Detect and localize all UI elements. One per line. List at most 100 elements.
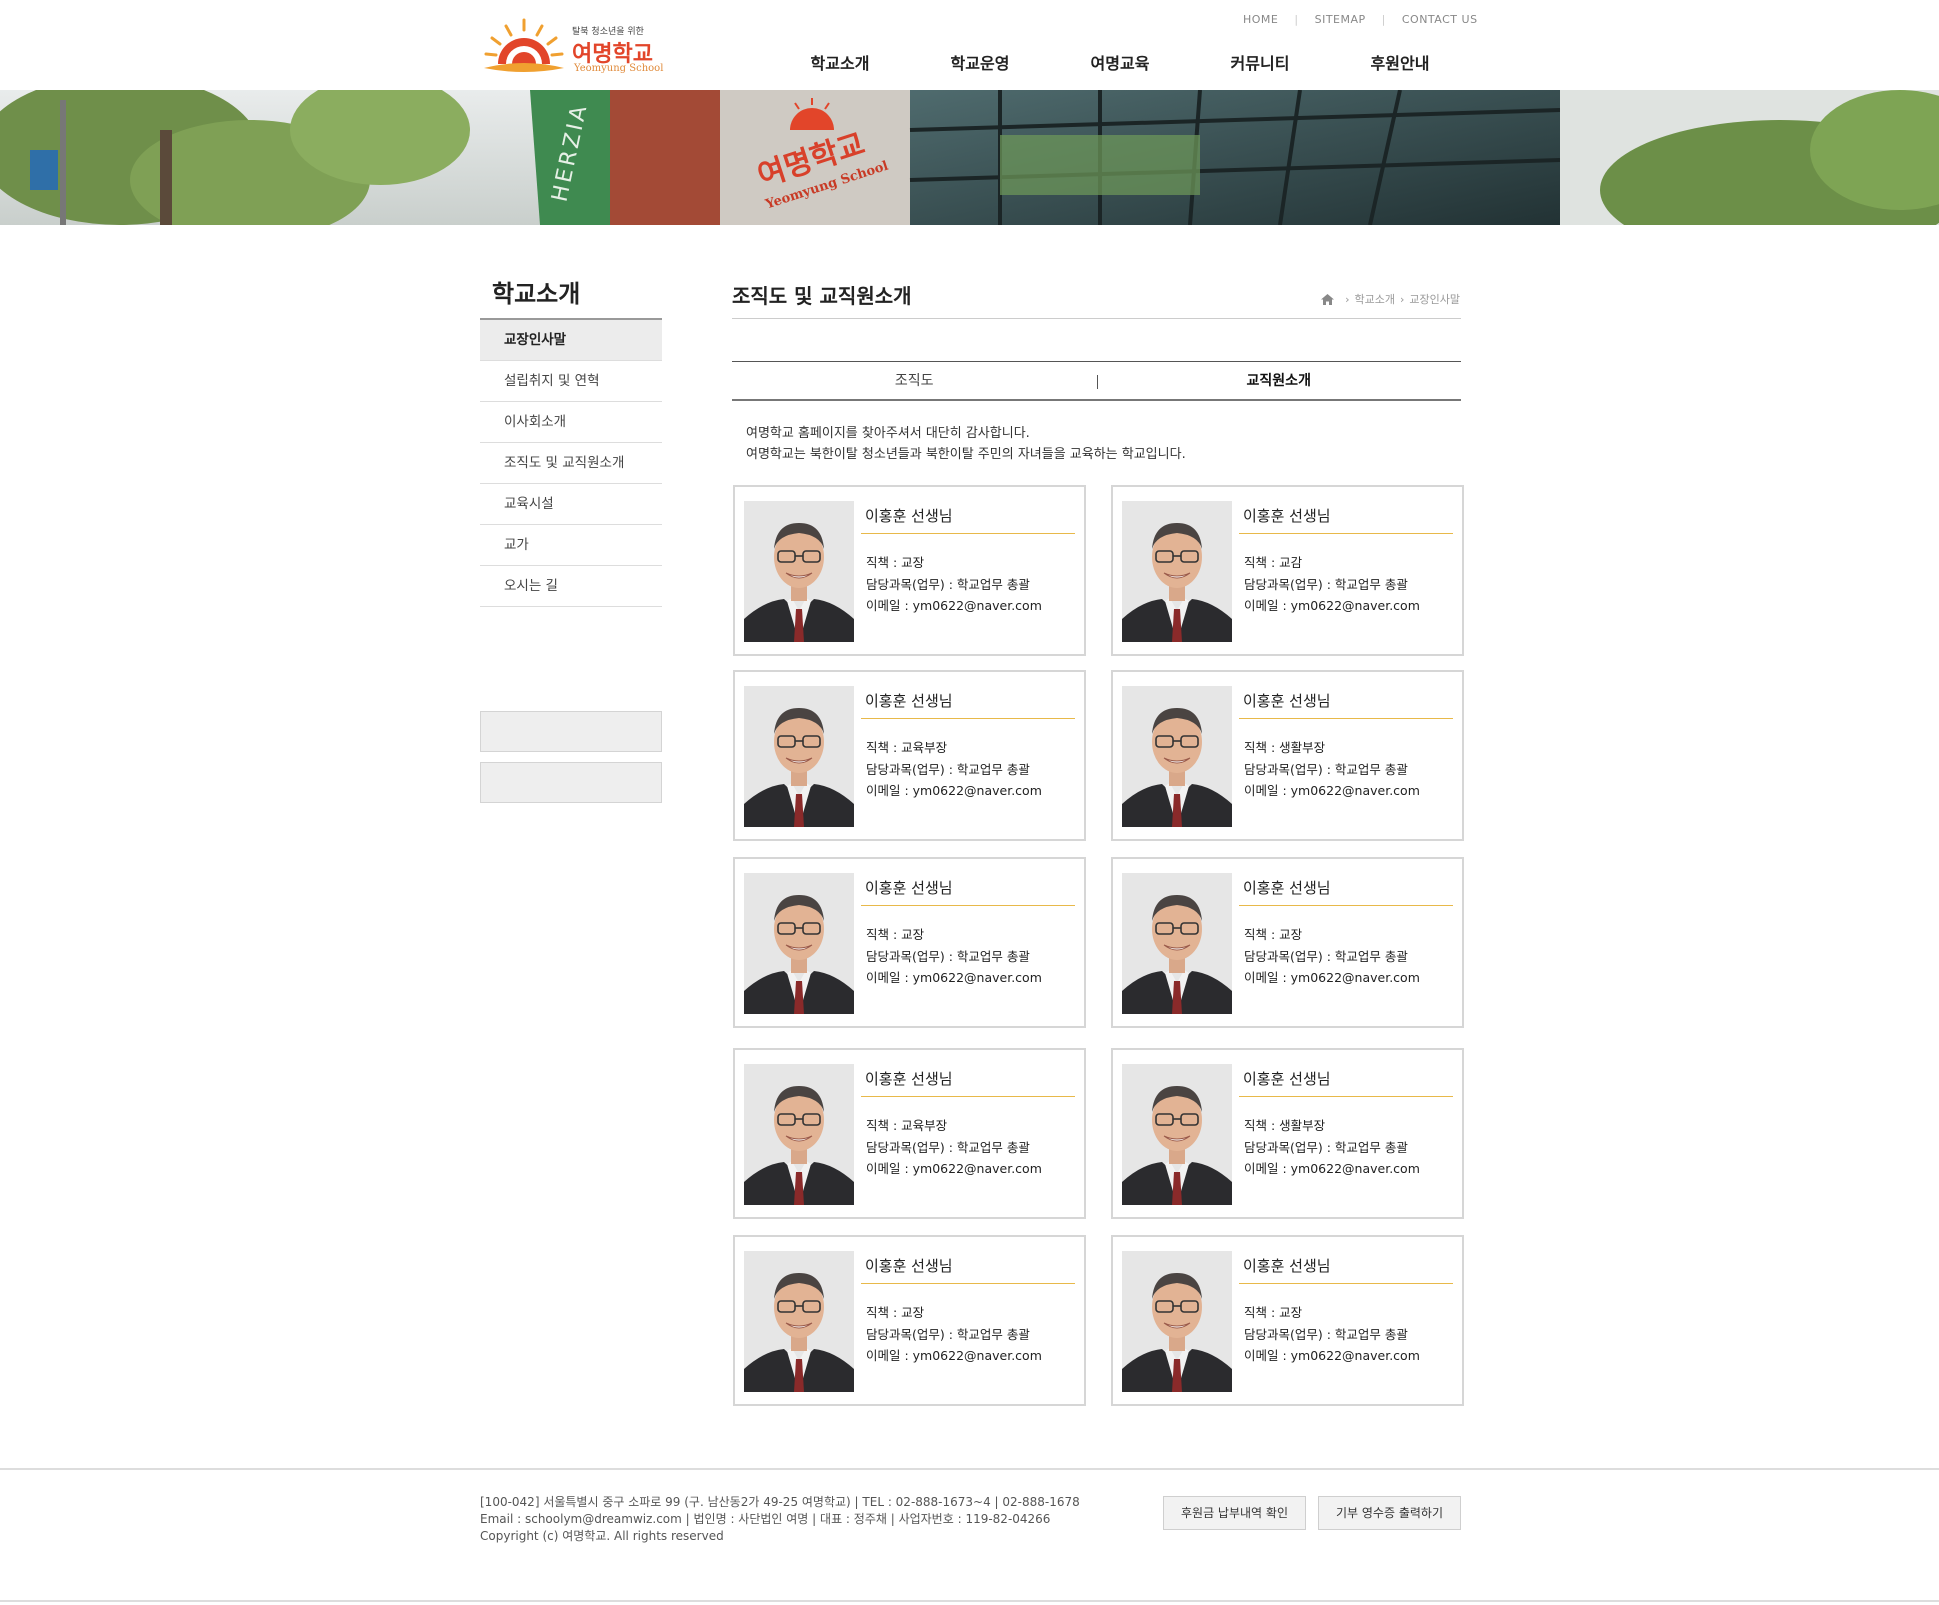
util-separator: | <box>1294 13 1299 26</box>
title-divider <box>732 318 1461 319</box>
staff-name-underline <box>1239 718 1453 719</box>
nav-item-support[interactable]: 후원안내 <box>1340 50 1460 74</box>
staff-photo <box>1122 1251 1232 1392</box>
sidebar-item-board[interactable]: 이사회소개 <box>480 402 662 443</box>
staff-info: 직책 : 교감담당과목(업무) : 학교업무 총괄이메일 : ym0622@na… <box>1244 552 1420 617</box>
staff-info: 직책 : 생활부장 담당과목(업무) : 학교업무 총괄 이메일 : ym0622@… <box>1244 737 1420 802</box>
footer-address: [100-042] 서울특별시 중구 소파로 99 (구. 남산동2가 49-2… <box>480 1495 1080 1509</box>
staff-name-underline <box>1239 905 1453 906</box>
breadcrumb-item[interactable]: 학교소개 <box>1355 291 1395 307</box>
staff-name-underline <box>861 1283 1075 1284</box>
sidebar-banner-box[interactable] <box>480 762 662 803</box>
staff-subject: 담당과목(업무) : 학교업무 총괄 <box>1244 948 1408 964</box>
staff-email: 이메일 : ym0622@naver.com <box>866 1348 1042 1363</box>
staff-name-underline <box>861 905 1075 906</box>
staff-card: 이홍훈 선생님 직책 : 생활부장 담당과목(업무) : 학교업무 총괄 이메일 : … <box>1111 670 1464 841</box>
sunrise-logo-icon <box>484 18 564 72</box>
staff-role: 직책 : 교장 <box>866 927 925 942</box>
util-contact-link[interactable]: CONTACT US <box>1402 13 1478 26</box>
chevron-right-icon: › <box>1345 292 1350 306</box>
staff-card: 이홍훈 선생님 직책 : 생활부장 담당과목(업무) : 학교업무 총괄 이메일 : … <box>1111 1048 1464 1219</box>
staff-name: 이홍훈 선생님 <box>865 692 953 710</box>
utility-nav: HOME | SITEMAP | CONTACT US <box>1243 13 1478 26</box>
staff-card: 이홍훈 선생님 직책 : 교장 담당과목(업무) : 학교업무 총괄 이메일 : ym… <box>1111 1235 1464 1406</box>
footer-info: [100-042] 서울특별시 중구 소파로 99 (구. 남산동2가 49-2… <box>480 1494 1080 1545</box>
intro-line: 여명학교 홈페이지를 찾아주셔서 대단히 감사합니다. <box>746 426 1030 441</box>
staff-subject: 담당과목(업무) : 학교업무 총괄 <box>866 1326 1030 1342</box>
staff-name: 이홍훈 선생님 <box>1243 507 1331 525</box>
staff-photo <box>744 501 854 642</box>
staff-info: 직책 : 생활부장담당과목(업무) : 학교업무 총괄이메일 : ym0622@… <box>1244 1115 1420 1180</box>
staff-email: 이메일 : ym0622@naver.com <box>1244 970 1420 985</box>
staff-email: 이메일 : ym0622@naver.com <box>1244 1161 1420 1176</box>
staff-email: 이메일 : ym0622@naver.com <box>1244 1348 1420 1363</box>
staff-subject: 담당과목(업무) : 학교업무 총괄 <box>866 1139 1030 1155</box>
nav-item-school-operation[interactable]: 학교운영 <box>920 50 1040 74</box>
breadcrumb-item[interactable]: 교장인사말 <box>1409 291 1460 307</box>
util-sitemap-link[interactable]: SITEMAP <box>1315 13 1366 26</box>
staff-role: 직책 : 교장 <box>1244 927 1303 942</box>
nav-item-school-intro[interactable]: 학교소개 <box>780 50 900 74</box>
staff-name: 이홍훈 선생님 <box>865 1070 953 1088</box>
staff-photo <box>744 873 854 1014</box>
staff-subject: 담당과목(업무) : 학교업무 총괄 <box>1244 576 1408 592</box>
staff-photo <box>744 686 854 827</box>
staff-email: 이메일 : ym0622@naver.com <box>1244 783 1420 798</box>
staff-info: 직책 : 교장 담당과목(업무) : 학교업무 총괄 이메일 : ym0622@na… <box>866 552 1042 617</box>
staff-info: 직책 : 교육부장 담당과목(업무) : 학교업무 총괄 이메일 : ym0622@… <box>866 1115 1042 1180</box>
sidebar-item-school-song[interactable]: 교가 <box>480 525 662 566</box>
staff-name: 이홍훈 선생님 <box>1243 879 1331 897</box>
util-home-link[interactable]: HOME <box>1243 13 1278 26</box>
util-separator: | <box>1381 13 1386 26</box>
main-nav: 학교소개 학교운영 여명교육 커뮤니티 후원안내 <box>780 50 1460 74</box>
sidebar-item-facilities[interactable]: 교육시설 <box>480 484 662 525</box>
staff-card: 이홍훈 선생님 직책 : 교장 담당과목(업무) : 학교업무 총괄 이메일 : ym… <box>733 1235 1086 1406</box>
chevron-right-icon: › <box>1399 292 1405 306</box>
staff-photo <box>1122 501 1232 642</box>
staff-photo <box>1122 1064 1232 1205</box>
nav-item-community[interactable]: 커뮤니티 <box>1200 50 1320 74</box>
sidebar-menu: 교장인사말 설립취지 및 연혁 이사회소개 조직도 및 교직원소개 교육시설 교… <box>480 318 662 607</box>
staff-card: 이홍훈 선생님직책 : 교장담당과목(업무) : 학교업무 총괄이메일 : ym… <box>1111 857 1464 1028</box>
staff-card: 이홍훈 선생님 직책 : 교장 담당과목(업무) : 학교업무 총괄 이메일 : ym… <box>733 857 1086 1028</box>
staff-info: 직책 : 교장담당과목(업무) : 학교업무 총괄이메일 : ym0622@na… <box>1244 1302 1420 1367</box>
staff-subject: 담당과목(업무) : 학교업무 총괄 <box>866 948 1030 964</box>
staff-email: 이메일 : ym0622@naver.com <box>1244 598 1420 613</box>
sidebar-item-principal-greeting[interactable]: 교장인사말 <box>480 320 662 361</box>
intro-text: 여명학교 홈페이지를 찾아주셔서 대단히 감사합니다. 여명학교는 북한이탈 청… <box>746 423 1186 465</box>
staff-info: 직책 : 교육부장 담당과목(업무) : 학교업무 총괄 이메일 : ym0622@… <box>866 737 1042 802</box>
footer-contact: Email : schoolym@dreamwiz.com | 법인명 : 사단… <box>480 1512 1051 1526</box>
staff-role: 직책 : 생활부장 <box>1244 1118 1326 1133</box>
header-banner-photo: 여명학교 Yeomyung School HERZIA <box>0 90 1939 225</box>
staff-email: 이메일 : ym0622@naver.com <box>866 970 1042 985</box>
staff-role: 직책 : 교감 <box>1244 555 1303 570</box>
staff-name: 이홍훈 선생님 <box>865 507 953 525</box>
logo-english-name: Yeomyung School <box>574 63 664 74</box>
staff-subject: 담당과목(업무) : 학교업무 총괄 <box>866 761 1030 777</box>
staff-name-underline <box>1239 533 1453 534</box>
sidebar-item-directions[interactable]: 오시는 길 <box>480 566 662 607</box>
staff-subject: 담당과목(업무) : 학교업무 총괄 <box>866 576 1030 592</box>
sidebar-item-history[interactable]: 설립취지 및 연혁 <box>480 361 662 402</box>
staff-photo <box>744 1251 854 1392</box>
staff-role: 직책 : 교장 <box>866 555 925 570</box>
nav-item-education[interactable]: 여명교육 <box>1060 50 1180 74</box>
staff-role: 직책 : 교육부장 <box>866 740 948 755</box>
tab-staff[interactable]: 교직원소개 <box>1096 362 1462 399</box>
school-logo[interactable]: 탈북 청소년을 위한 여명학교 Yeomyung School <box>482 18 682 78</box>
staff-subject: 담당과목(업무) : 학교업무 총괄 <box>1244 1139 1408 1155</box>
footer-copyright: Copyright (c) 여명학교. All rights reserved <box>480 1529 724 1543</box>
staff-role: 직책 : 교육부장 <box>866 1118 948 1133</box>
staff-role: 직책 : 교장 <box>1244 1305 1303 1320</box>
school-building-image <box>0 90 1939 225</box>
staff-info: 직책 : 교장담당과목(업무) : 학교업무 총괄이메일 : ym0622@na… <box>1244 924 1420 989</box>
staff-subject: 담당과목(업무) : 학교업무 총괄 <box>1244 1326 1408 1342</box>
sidebar-banner-box[interactable] <box>480 711 662 752</box>
staff-photo <box>744 1064 854 1205</box>
intro-line: 여명학교는 북한이탈 청소년들과 북한이탈 주민의 자녀들을 교육하는 학교입니… <box>746 447 1186 462</box>
donation-history-button[interactable]: 후원금 납부내역 확인 <box>1163 1496 1306 1530</box>
sidebar-item-organization-staff[interactable]: 조직도 및 교직원소개 <box>480 443 662 484</box>
donation-receipt-button[interactable]: 기부 영수증 출력하기 <box>1318 1496 1461 1530</box>
home-icon[interactable] <box>1321 293 1335 305</box>
tab-organization[interactable]: 조직도 <box>732 362 1097 399</box>
